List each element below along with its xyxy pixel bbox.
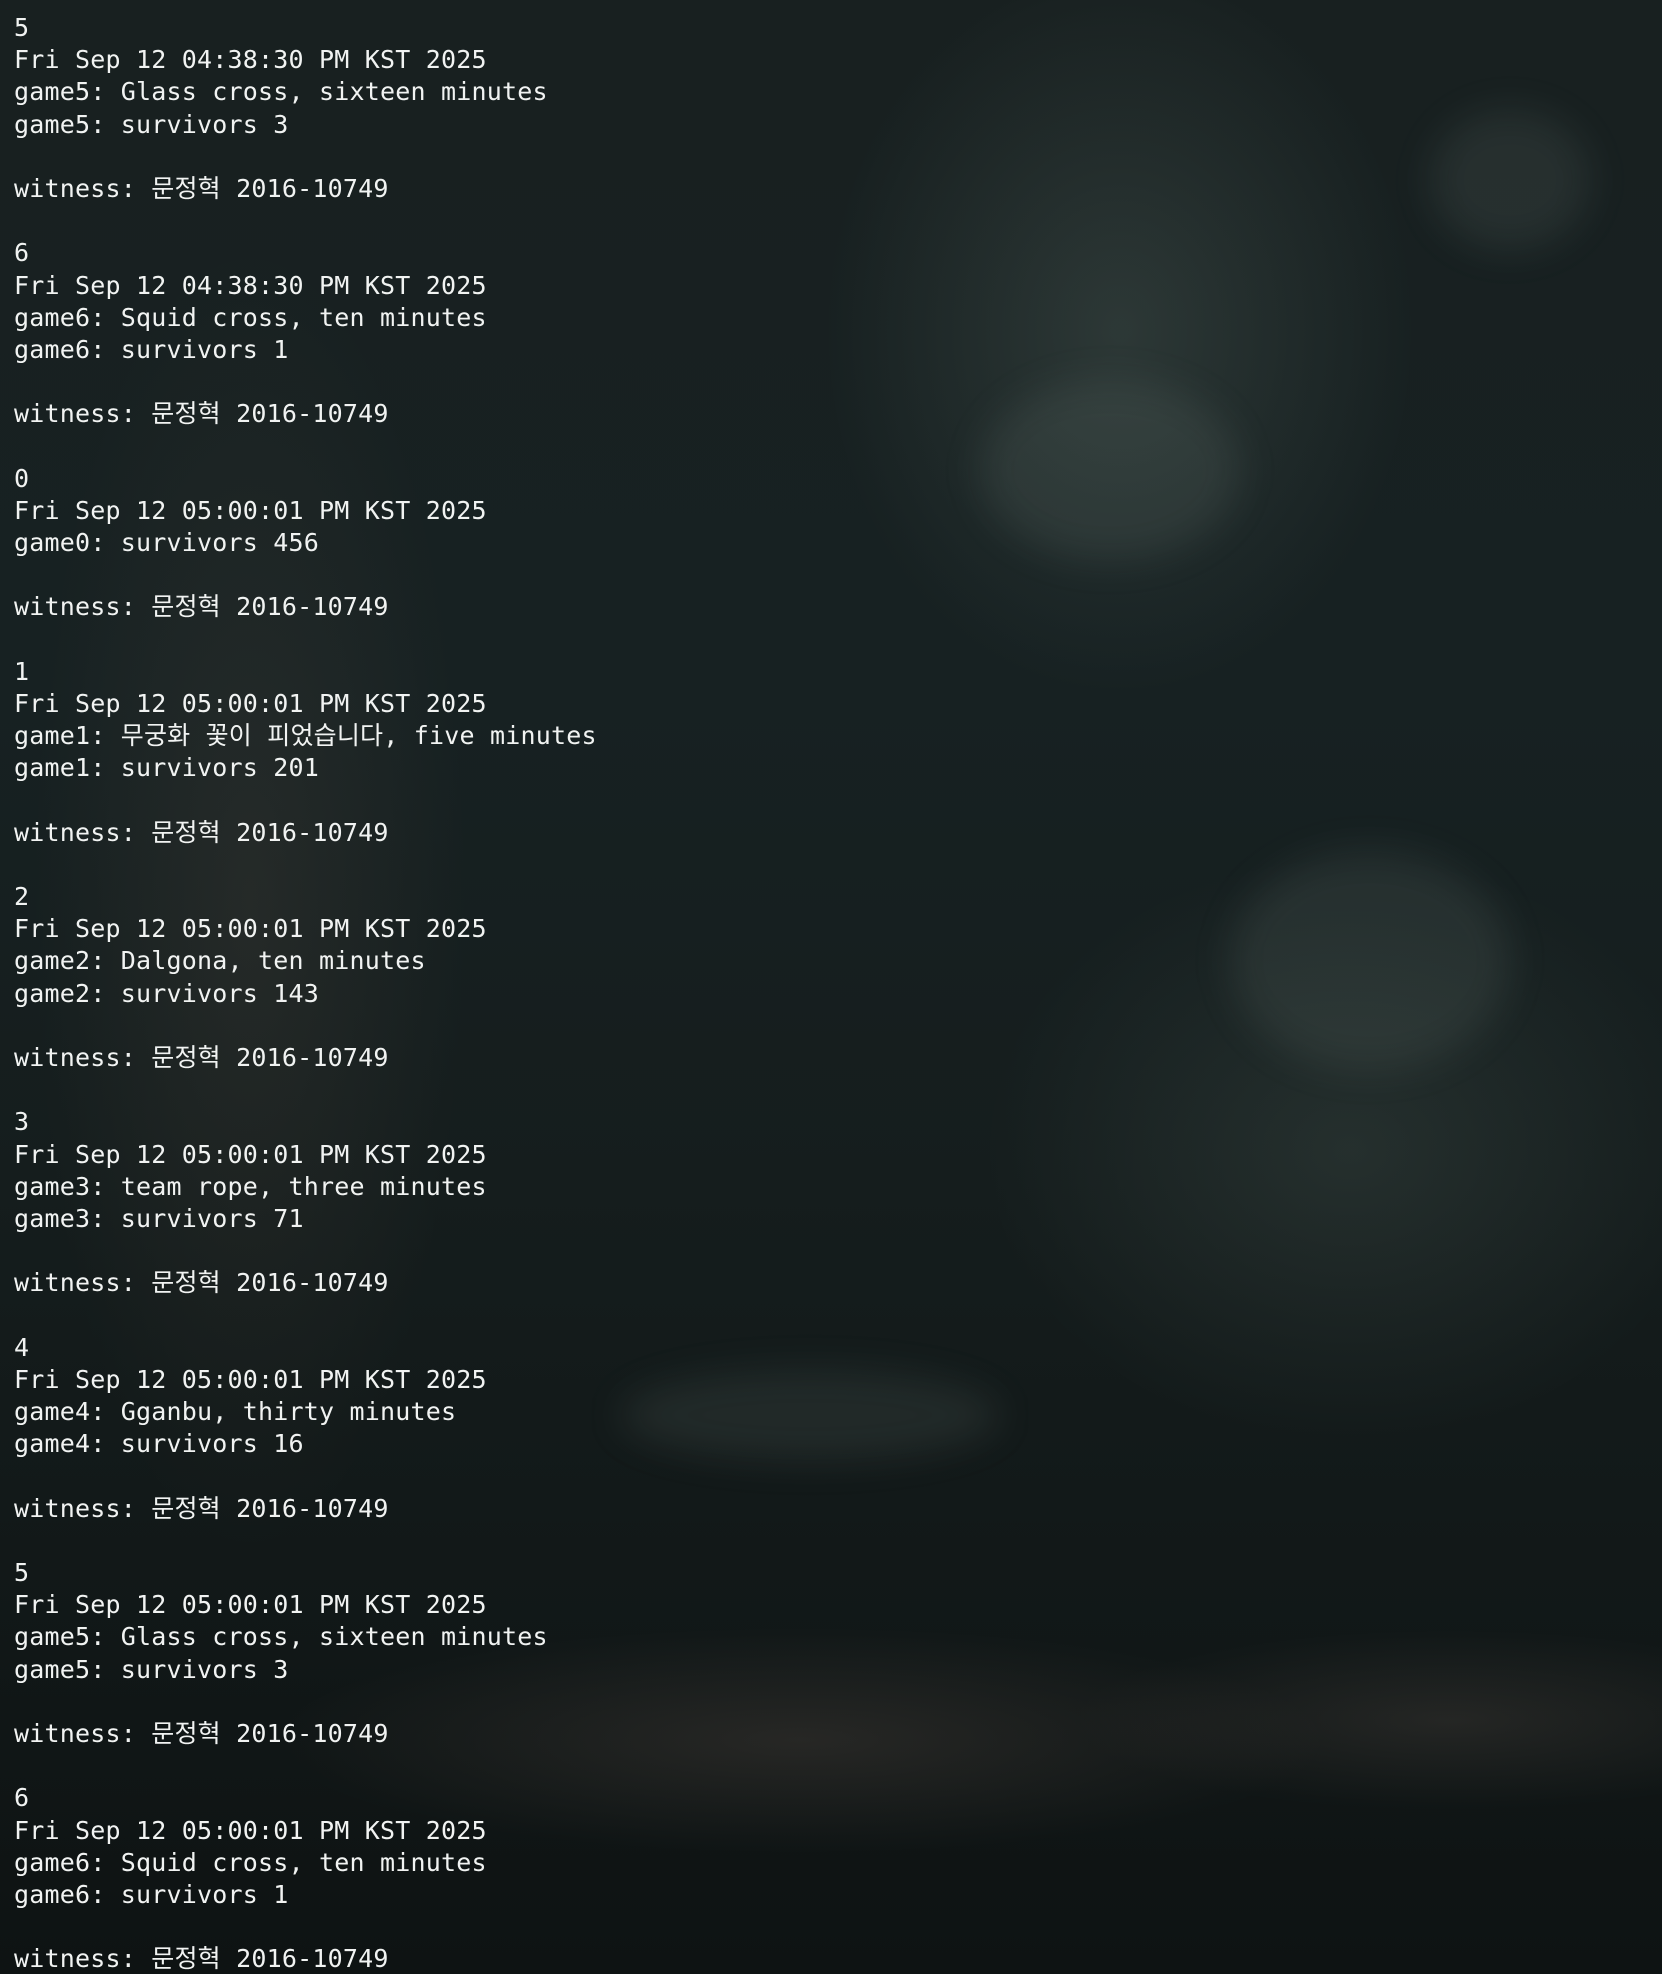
terminal-line: witness: 문정혁 2016-10749 xyxy=(14,1944,389,1974)
terminal-line: 0 xyxy=(14,463,30,493)
terminal-line: Fri Sep 12 05:00:01 PM KST 2025 xyxy=(14,1815,487,1845)
terminal-line: Fri Sep 12 05:00:01 PM KST 2025 xyxy=(14,1139,487,1169)
background-blur-shape xyxy=(1430,110,1590,250)
terminal-line: 4 xyxy=(14,1332,30,1362)
terminal-line: Fri Sep 12 05:00:01 PM KST 2025 xyxy=(14,688,487,718)
terminal-line: game0: survivors 456 xyxy=(14,528,320,557)
terminal-line: Fri Sep 12 05:00:01 PM KST 2025 xyxy=(14,914,487,944)
terminal-line: witness: 문정혁 2016-10749 xyxy=(14,1718,389,1748)
terminal-line: game6: survivors 1 xyxy=(14,1879,289,1909)
terminal-line: witness: 문정혁 2016-10749 xyxy=(14,592,389,622)
terminal-line: 2 xyxy=(14,882,30,912)
terminal-line: game5: Glass cross, sixteen minutes xyxy=(14,1622,548,1652)
terminal-line: witness: 문정혁 2016-10749 xyxy=(14,1268,389,1298)
terminal-line: game4: Gganbu, thirty minutes xyxy=(14,1397,457,1427)
terminal-line: game6: Squid cross, ten minutes xyxy=(14,1847,487,1877)
terminal-line: game3: survivors 71 xyxy=(14,1203,304,1233)
terminal-line: 3 xyxy=(14,1107,30,1137)
terminal-line: game1: survivors 201 xyxy=(14,753,320,783)
terminal-line: witness: 문정혁 2016-10749 xyxy=(14,817,389,847)
terminal-line: Fri Sep 12 05:00:01 PM KST 2025 xyxy=(14,1364,487,1394)
background-blur-shape xyxy=(980,380,1240,560)
terminal-line: witness: 문정혁 2016-10749 xyxy=(14,399,389,429)
terminal-line: game6: Squid cross, ten minutes xyxy=(14,302,487,332)
terminal-line: game2: Dalgona, ten minutes xyxy=(14,946,426,976)
terminal-output[interactable]: 5 Fri Sep 12 04:38:30 PM KST 2025 game5: G… xyxy=(14,12,597,1974)
terminal-line: game5: survivors 3 xyxy=(14,1654,289,1684)
terminal-line: Fri Sep 12 05:00:01 PM KST 2025 xyxy=(14,495,487,525)
terminal-line: 1 xyxy=(14,656,30,686)
terminal-line: game1: 무궁화 꽃이 피었습니다, five minutes xyxy=(14,721,597,751)
background-blur-shape xyxy=(1230,850,1510,1070)
terminal-line: game3: team rope, three minutes xyxy=(14,1171,487,1201)
terminal-line: game4: survivors 16 xyxy=(14,1429,304,1459)
terminal-line: game5: Glass cross, sixteen minutes xyxy=(14,77,548,107)
terminal-line: game2: survivors 143 xyxy=(14,978,320,1008)
terminal-line: Fri Sep 12 04:38:30 PM KST 2025 xyxy=(14,45,487,75)
terminal-line: 5 xyxy=(14,1558,30,1587)
terminal-line: witness: 문정혁 2016-10749 xyxy=(14,173,389,203)
terminal-line: witness: 문정혁 2016-10749 xyxy=(14,1493,389,1523)
background-blur-shape xyxy=(620,1370,1000,1460)
terminal-line: 5 xyxy=(14,13,30,42)
terminal-line: game5: survivors 3 xyxy=(14,109,289,139)
terminal-line: 6 xyxy=(14,1783,30,1813)
terminal-line: game6: survivors 1 xyxy=(14,334,289,364)
terminal-line: witness: 문정혁 2016-10749 xyxy=(14,1043,389,1072)
terminal-line: Fri Sep 12 05:00:01 PM KST 2025 xyxy=(14,1590,487,1620)
terminal-line: Fri Sep 12 04:38:30 PM KST 2025 xyxy=(14,270,487,300)
terminal-line: 6 xyxy=(14,238,30,268)
